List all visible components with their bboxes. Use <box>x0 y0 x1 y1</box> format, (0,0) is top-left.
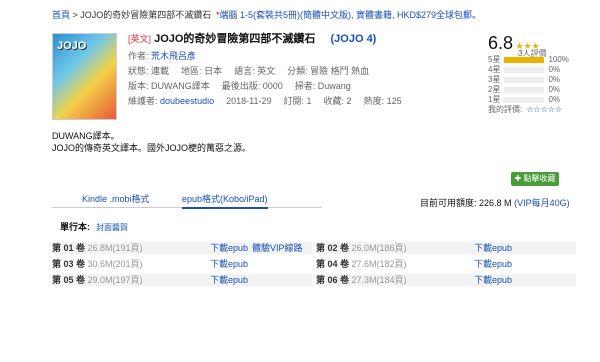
vip-link[interactable]: (VIP每月40G) <box>514 198 570 208</box>
language-tag: [英文] <box>128 34 152 44</box>
download-epub-link[interactable]: 下載epub <box>474 274 512 286</box>
genre-tags[interactable]: 冒險 格鬥 熱血 <box>310 66 369 76</box>
volume-row: 第 05 卷 29.0M(197頁) 下載epub <box>52 274 312 286</box>
rating-distribution: 5星 100% 4星 0% 3星 0% 2星 0% 1星 0% 我的評價: ☆☆☆☆☆ <box>488 55 600 115</box>
tab-epub[interactable]: epub格式(Kobo/iPad) <box>182 191 268 209</box>
vip-line-link[interactable]: 體驗VIP線路 <box>252 242 303 254</box>
book-cover: JOJO <box>52 33 117 120</box>
maintainer-link[interactable]: doubeestudio <box>160 96 214 106</box>
alt-title-link[interactable]: (JOJO 4) <box>331 33 377 45</box>
format-tabs: Kindle .mobi格式 epub格式(Kobo/iPad) <box>52 191 322 209</box>
rating-bar: 3星 0% <box>488 75 561 84</box>
rating-bar: 1星 0% <box>488 95 561 104</box>
cover-logo: JOJO <box>57 40 87 52</box>
quota: 目前可用額度: 226.8 M (VIP每月40G) <box>420 198 570 208</box>
promo-link[interactable]: *端腦 1-5(套裝共5冊)(簡體中文版), 實體書籍, HKD$279全球包郵… <box>216 8 481 21</box>
download-epub-link[interactable]: 下載epub <box>474 258 512 270</box>
breadcrumb-home-link[interactable]: 首頁 <box>52 10 70 20</box>
section-title: 單行本: 封面醬賀 <box>60 222 128 232</box>
tab-kindle[interactable]: Kindle .mobi格式 <box>82 191 150 207</box>
download-epub-link[interactable]: 下載epub <box>474 242 512 254</box>
volume-row: 第 04 卷 27.6M(182頁) 下載epub <box>316 258 576 270</box>
breadcrumb-title: JOJO的奇妙冒險第四部不滅鑽石 <box>80 10 212 20</box>
rating-bar: 2星 0% <box>488 85 561 94</box>
description: DUWANG譯本。 JOJO的傳奇英文譯本。國外JOJO梗的萬惡之源。 <box>52 131 252 153</box>
breadcrumb: 首頁 > JOJO的奇妙冒險第四部不滅鑽石 <box>52 10 212 20</box>
rating-score: 6.8 <box>488 33 514 53</box>
book-title: JOJO的奇妙冒險第四部不滅鑽石 <box>154 33 316 45</box>
volume-row: 第 02 卷 26.0M(186頁) 下載epub <box>316 242 576 254</box>
volume-row: 第 03 卷 30.6M(201頁) 下載epub <box>52 258 312 270</box>
my-rating-label: 我的評價: <box>488 105 523 114</box>
sort-link[interactable]: 封面醬賀 <box>96 223 128 232</box>
book-info: [英文] JOJO的奇妙冒險第四部不滅鑽石 (JOJO 4) 作者: 荒木飛呂彥… <box>128 33 402 106</box>
my-rating-stars-icon[interactable]: ☆☆☆☆☆ <box>526 105 562 115</box>
download-epub-link[interactable]: 下載epub <box>210 258 248 270</box>
volume-row: 第 06 卷 27.3M(184頁) 下載epub <box>316 274 576 286</box>
download-epub-link[interactable]: 下載epub <box>210 242 248 254</box>
author-link[interactable]: 荒木飛呂彥 <box>151 51 196 61</box>
download-epub-link[interactable]: 下載epub <box>210 274 248 286</box>
rating-bar: 5星 100% <box>488 55 569 64</box>
volume-row: 第 01 卷 26.8M(191頁) 下載epub 體驗VIP線路 <box>52 242 312 254</box>
rating-bar: 4星 0% <box>488 65 561 74</box>
favorite-button[interactable]: ✚ 點擊收藏 <box>511 172 559 186</box>
